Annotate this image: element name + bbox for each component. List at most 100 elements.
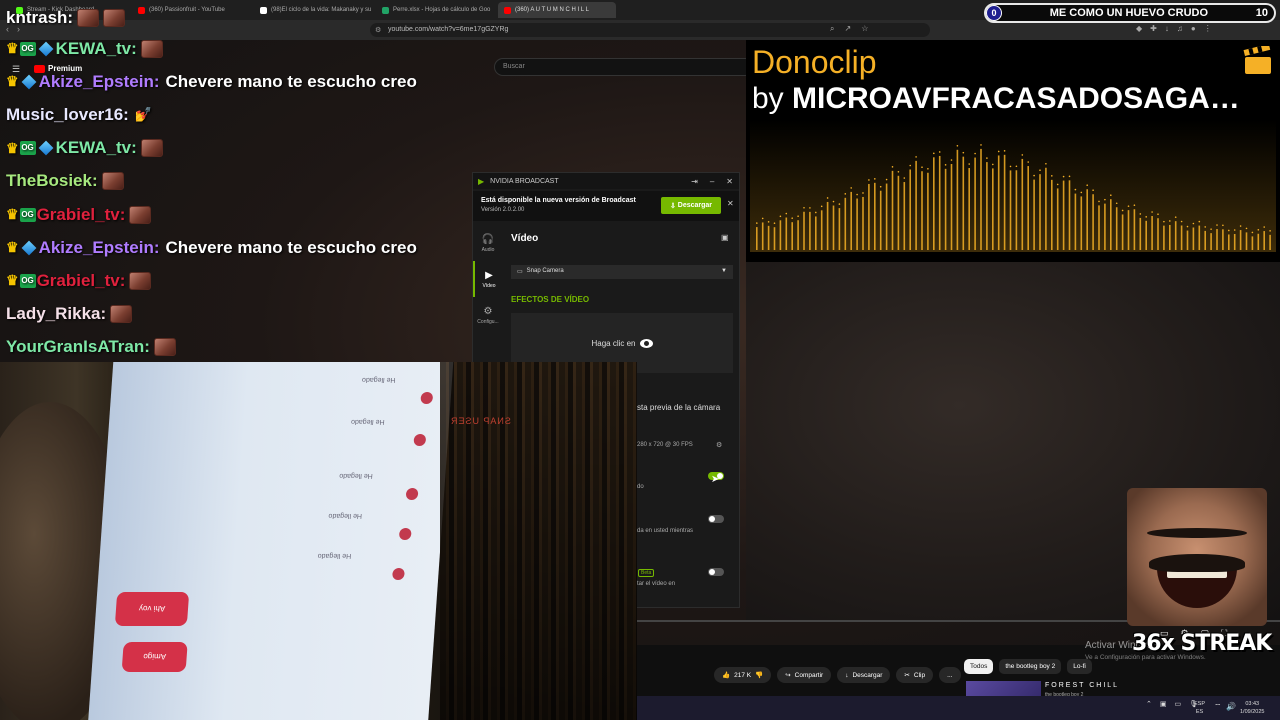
- security-icon[interactable]: ▣: [1160, 700, 1167, 708]
- banner-close-icon[interactable]: ✕: [727, 199, 734, 208]
- chat-username[interactable]: KEWA_tv:: [56, 39, 137, 59]
- share-label: Compartir: [794, 671, 824, 679]
- visualizer-bar: [962, 156, 965, 250]
- visualizer-bar: [815, 216, 817, 250]
- visualizer-peak: [1145, 216, 1147, 218]
- lang-bottom: ES: [1195, 709, 1204, 715]
- goal-bar: 0 ME COMO UN HUEVO CRUDO 10: [984, 3, 1276, 23]
- filter-chip[interactable]: Lo-fi: [1067, 659, 1092, 674]
- close-icon[interactable]: ✕: [726, 177, 733, 186]
- phone-avatar-icon: [413, 434, 427, 446]
- nail-polish-emoji-icon: 💅: [134, 106, 153, 123]
- visualizer-peak: [974, 152, 976, 155]
- filter-chip[interactable]: the bootleg boy 2: [999, 659, 1062, 674]
- language-indicator[interactable]: ESP ES: [1194, 700, 1205, 716]
- visualizer-peak: [1033, 174, 1035, 177]
- visualizer-bar: [1098, 205, 1100, 250]
- feedback-icon[interactable]: ▣: [721, 233, 729, 242]
- thumbs-down-icon[interactable]: 👎: [755, 671, 763, 679]
- camera-source-select[interactable]: ▭ Snap Camera ▼: [511, 265, 733, 279]
- download-button[interactable]: ↓ Descargar: [837, 667, 891, 683]
- download-update-button[interactable]: ⇩ Descargar: [661, 197, 721, 214]
- nvidia-sidebar-item[interactable]: ⚙ Configu...: [473, 297, 503, 333]
- more-actions-button[interactable]: ...: [939, 667, 961, 683]
- wifi-icon[interactable]: ⌔: [1214, 702, 1222, 712]
- download-icon: ↓: [845, 671, 849, 679]
- visualizer-peak: [950, 159, 953, 161]
- visualizer-peak: [785, 212, 788, 215]
- visualizer-peak: [856, 193, 858, 196]
- nvidia-sidebar-item[interactable]: 🎧 Audio: [473, 225, 503, 261]
- visualizer-peak: [761, 217, 764, 220]
- visualizer-bar: [1233, 233, 1236, 250]
- music-icon[interactable]: ♫: [1177, 24, 1183, 33]
- beta-badge: Beta: [638, 569, 655, 577]
- resolution-icon[interactable]: ⚙: [716, 441, 722, 449]
- share-button[interactable]: ↪ Compartir: [777, 667, 832, 683]
- visualizer-peak: [1186, 225, 1189, 228]
- puzzle-icon[interactable]: ✚: [1150, 24, 1157, 33]
- visualizer-bar: [1192, 227, 1195, 250]
- visualizer-peak: [903, 177, 906, 179]
- tab-label: (360) A U T U M N C H I L L: [515, 7, 589, 13]
- filter-chip[interactable]: Todos: [964, 659, 994, 674]
- visualizer-bar: [1062, 180, 1065, 250]
- download-icon[interactable]: ↓: [1165, 24, 1169, 33]
- popout-icon[interactable]: ⇥: [691, 177, 698, 186]
- effect-toggle-2[interactable]: [708, 515, 724, 523]
- visualizer-bar: [1027, 166, 1029, 250]
- zoom-icon[interactable]: ⌕: [830, 24, 834, 34]
- extension-icon[interactable]: ◆: [1136, 24, 1142, 33]
- chat-username[interactable]: YourGranIsATran:: [6, 337, 150, 357]
- nvidia-sidebar-label: Audio: [481, 246, 495, 253]
- taskbar-clock[interactable]: 03:43 1/09/2025: [1240, 700, 1264, 716]
- menu-icon[interactable]: ⋮: [1204, 24, 1212, 33]
- recommended-title[interactable]: FOREST CHILL: [1045, 682, 1119, 689]
- phone-quick-reply-button: Amigo: [121, 642, 188, 672]
- minimize-icon[interactable]: –: [710, 177, 714, 186]
- share-icon[interactable]: ↗: [844, 24, 851, 34]
- like-button[interactable]: 👍 217 K 👎: [714, 667, 772, 683]
- chat-username[interactable]: KEWA_tv:: [56, 138, 137, 158]
- youtube-search-input[interactable]: Buscar: [494, 58, 754, 76]
- phone-screen: He llegado He llegado He llegado He llegado…: [86, 362, 454, 720]
- visualizer-peak: [773, 222, 776, 224]
- network-icon[interactable]: ▭: [1175, 700, 1182, 708]
- chevron-up-icon[interactable]: ⌃: [1146, 700, 1152, 708]
- crown-badge-icon: ♛: [6, 206, 19, 223]
- chat-username[interactable]: Akize_Epstein:: [39, 238, 160, 258]
- browser-tab[interactable]: (360) A U T U M N C H I L L: [498, 2, 616, 18]
- visualizer-peak: [838, 203, 841, 205]
- visualizer-bar: [1269, 234, 1271, 250]
- profile-icon[interactable]: ●: [1191, 24, 1196, 33]
- visualizer-peak: [1062, 175, 1065, 178]
- visualizer-bar: [921, 171, 923, 250]
- face-emote-icon: [101, 172, 124, 191]
- chat-username[interactable]: Music_lover16:: [6, 105, 129, 125]
- thumbs-up-icon: 👍: [722, 672, 731, 679]
- crown-badge-icon: ♛: [6, 239, 19, 256]
- visualizer-bar: [1110, 199, 1112, 250]
- chat-username[interactable]: Grabiel_tv:: [37, 271, 126, 291]
- visualizer-bar: [1045, 167, 1047, 250]
- chat-username[interactable]: Akize_Epstein:: [39, 72, 160, 92]
- visualizer-peak: [933, 152, 935, 155]
- nvidia-sidebar-item[interactable]: ▶ Vídeo: [473, 261, 503, 297]
- visualizer-bar: [927, 172, 929, 250]
- webcam-feed: He llegado He llegado He llegado He llegado…: [0, 362, 637, 720]
- effect-toggle-3[interactable]: [708, 568, 724, 576]
- volume-icon[interactable]: 🔊: [1226, 702, 1236, 711]
- visualizer-bar: [868, 183, 870, 250]
- chat-username[interactable]: TheBosiek:: [6, 171, 98, 191]
- visualizer-peak: [1228, 229, 1230, 232]
- visualizer-bar: [938, 155, 941, 250]
- chat-username[interactable]: kntrash:: [6, 8, 73, 28]
- clip-button[interactable]: ✂ Clip: [896, 667, 934, 683]
- visualizer-peak: [962, 151, 965, 154]
- chat-username[interactable]: Grabiel_tv:: [37, 205, 126, 225]
- visualizer-bar: [950, 163, 953, 250]
- bookmark-icon[interactable]: ☆: [861, 24, 868, 34]
- resolution-label[interactable]: 280 x 720 @ 30 FPS: [637, 442, 693, 448]
- goal-start: 0: [986, 5, 1002, 21]
- chat-username[interactable]: Lady_Rikka:: [6, 304, 106, 324]
